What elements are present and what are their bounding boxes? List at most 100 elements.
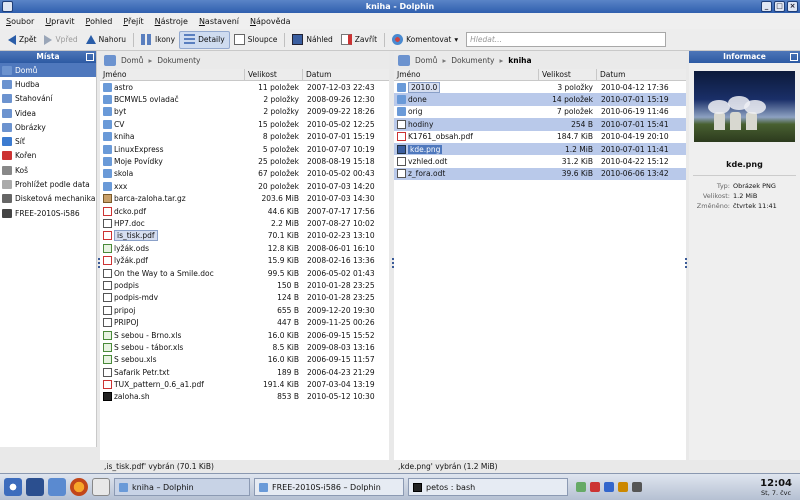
col-name[interactable]: Jméno xyxy=(394,69,539,80)
menu-nastaveni[interactable]: Nastavení xyxy=(199,17,239,26)
menu-soubor[interactable]: Soubor xyxy=(6,17,34,26)
file-row[interactable]: skola 67 položek 2010-05-02 00:43 xyxy=(100,168,389,180)
preview-button[interactable]: Náhled xyxy=(288,31,336,49)
tray-updates-icon[interactable] xyxy=(590,482,600,492)
mail-icon[interactable] xyxy=(26,478,44,496)
minimize-icon[interactable]: _ xyxy=(761,1,772,12)
menu-upravit[interactable]: Upravit xyxy=(45,17,74,26)
file-row[interactable]: astro 11 položek 2007-12-03 22:43 xyxy=(100,81,389,93)
file-row[interactable]: zaloha.sh 853 B 2010-05-12 10:30 xyxy=(100,391,389,403)
panel-float-icon[interactable] xyxy=(86,53,94,61)
place-item[interactable]: Stahování xyxy=(0,92,96,106)
file-row[interactable]: 2010.0 3 položky 2010-04-12 17:36 xyxy=(394,81,686,93)
file-row[interactable]: byt 2 položky 2009-09-22 18:26 xyxy=(100,106,389,118)
home-icon[interactable] xyxy=(104,54,116,66)
crumb-home[interactable]: Domů xyxy=(415,56,437,65)
file-row[interactable]: HP7.doc 2.2 MiB 2007-08-27 10:02 xyxy=(100,217,389,229)
file-row[interactable]: podpis-mdv 124 B 2010-01-28 23:25 xyxy=(100,292,389,304)
place-item[interactable]: Síť xyxy=(0,134,96,148)
crumb-kniha[interactable]: kniha xyxy=(508,56,531,65)
place-item[interactable]: Domů xyxy=(0,63,96,78)
file-row[interactable]: lyžák.pdf 15.9 KiB 2008-02-16 13:36 xyxy=(100,254,389,266)
file-row[interactable]: TUX_pattern_0.6_a1.pdf 191.4 KiB 2007-03-0… xyxy=(100,378,389,390)
file-date: 2008-06-01 16:10 xyxy=(307,243,375,253)
menu-nastroje[interactable]: Nástroje xyxy=(155,17,188,26)
file-row[interactable]: orig 7 položek 2010-06-19 11:46 xyxy=(394,106,686,118)
file-row[interactable]: S sebou - tábor.xls 8.5 KiB 2009-08-03 13:… xyxy=(100,341,389,353)
task-free-dolphin[interactable]: FREE-2010S-i586 – Dolphin xyxy=(254,478,404,496)
menu-prejit[interactable]: Přejít xyxy=(123,17,143,26)
place-item[interactable]: Hudba xyxy=(0,77,96,91)
col-size[interactable]: Velikost xyxy=(539,69,597,80)
file-row[interactable]: xxx 20 položek 2010-07-03 14:20 xyxy=(100,180,389,192)
menu-napoveda[interactable]: Nápověda xyxy=(250,17,291,26)
file-row[interactable]: Safarik Petr.txt 189 B 2006-04-23 21:29 xyxy=(100,366,389,378)
clock[interactable]: 12:04 St, 7. čvc xyxy=(760,478,792,497)
pager-icon[interactable] xyxy=(92,478,110,496)
place-item[interactable]: Prohlížet podle data xyxy=(0,177,96,191)
up-button[interactable]: Nahoru xyxy=(82,31,130,49)
icons-view-button[interactable]: Ikony xyxy=(137,31,179,49)
start-menu-icon[interactable] xyxy=(4,478,22,496)
file-row[interactable]: hodiny 254 B 2010-07-01 15:41 xyxy=(394,118,686,131)
menu-pohled[interactable]: Pohled xyxy=(86,17,113,26)
file-row[interactable]: K1761_obsah.pdf 184.7 KiB 2010-04-19 20:10 xyxy=(394,131,686,143)
place-icon xyxy=(2,94,12,104)
file-row[interactable]: vzhled.odt 31.2 KiB 2010-04-22 15:12 xyxy=(394,155,686,167)
file-row[interactable]: done 14 položek 2010-07-01 15:19 xyxy=(394,93,686,106)
col-size[interactable]: Velikost xyxy=(245,69,303,80)
crumb-home[interactable]: Domů xyxy=(121,56,143,65)
columns-view-button[interactable]: Sloupce xyxy=(230,31,282,49)
crumb-documents[interactable]: Dokumenty xyxy=(157,56,200,65)
file-row[interactable]: kde.png 1.2 MiB 2010-07-01 11:41 xyxy=(394,142,686,156)
file-row[interactable]: kniha 8 položek 2010-07-01 15:19 xyxy=(100,131,389,143)
col-date[interactable]: Datum xyxy=(303,69,389,80)
splitter-handle[interactable] xyxy=(685,258,688,270)
file-row[interactable]: LinuxExpress 5 položek 2010-07-07 10:19 xyxy=(100,143,389,155)
details-view-button[interactable]: Detaily xyxy=(179,30,230,49)
place-item[interactable]: Kořen xyxy=(0,149,96,163)
window-menu-icon[interactable] xyxy=(2,1,13,12)
maximize-icon[interactable]: □ xyxy=(774,1,785,12)
firefox-icon[interactable] xyxy=(70,478,88,496)
col-date[interactable]: Datum xyxy=(597,69,686,80)
desktop-icon[interactable] xyxy=(48,478,66,496)
search-input[interactable]: Hledat... xyxy=(466,32,667,47)
file-row[interactable]: On the Way to a Smile.doc 99.5 KiB 2006-05… xyxy=(100,267,389,279)
file-row[interactable]: barca-zaloha.tar.gz 203.6 MiB 2010-07-03 1… xyxy=(100,193,389,205)
file-row[interactable]: dcko.pdf 44.6 KiB 2007-07-17 17:56 xyxy=(100,205,389,217)
close-split-button[interactable]: Zavřít xyxy=(337,31,381,49)
tray-volume-icon[interactable] xyxy=(632,482,642,492)
panel-float-icon[interactable] xyxy=(790,53,798,61)
comment-button[interactable]: Komentovat ▾ xyxy=(388,31,462,49)
place-item[interactable]: Videa xyxy=(0,106,96,120)
file-row[interactable]: PRIPOJ 447 B 2009-11-25 00:26 xyxy=(100,316,389,328)
tray-battery-icon[interactable] xyxy=(618,482,628,492)
tray-network-icon[interactable] xyxy=(576,482,586,492)
close-icon[interactable]: × xyxy=(787,1,798,12)
file-row[interactable]: CV 15 položek 2010-05-02 12:25 xyxy=(100,118,389,130)
place-icon xyxy=(2,122,12,132)
place-item[interactable]: Disketová mechanika xyxy=(0,192,96,206)
tray-bluetooth-icon[interactable] xyxy=(604,482,614,492)
col-name[interactable]: Jméno xyxy=(100,69,245,80)
file-row[interactable]: S sebou - Brno.xls 16.0 KiB 2006-09-15 15:… xyxy=(100,329,389,341)
file-row[interactable]: S sebou.xls 16.0 KiB 2006-09-15 11:57 xyxy=(100,354,389,366)
place-item[interactable]: FREE-2010S-i586 xyxy=(0,206,96,220)
file-row[interactable]: is_tisk.pdf 70.1 KiB 2010-02-23 13:10 xyxy=(100,230,389,242)
back-button[interactable]: Zpět xyxy=(4,31,40,49)
file-row[interactable]: Moje Povídky 25 položek 2008-08-19 15:18 xyxy=(100,155,389,167)
forward-button[interactable]: Vpřed xyxy=(40,31,81,49)
crumb-documents[interactable]: Dokumenty xyxy=(451,56,494,65)
file-row[interactable]: pripoj 655 B 2009-12-20 19:30 xyxy=(100,304,389,316)
home-icon[interactable] xyxy=(398,54,410,66)
task-kniha-dolphin[interactable]: kniha – Dolphin xyxy=(114,478,250,496)
place-item[interactable]: Obrázky xyxy=(0,120,96,134)
file-row[interactable]: podpis 150 B 2010-01-28 23:25 xyxy=(100,279,389,291)
file-row[interactable]: z_fora.odt 39.6 KiB 2010-06-06 13:42 xyxy=(394,167,686,181)
place-item[interactable]: Koš xyxy=(0,163,96,177)
task-bash[interactable]: petos : bash xyxy=(408,478,568,496)
file-row[interactable]: BCMWL5 ovladač 2 položky 2008-09-26 12:30 xyxy=(100,93,389,105)
window-titlebar[interactable]: kniha - Dolphin _ □ × xyxy=(0,0,800,13)
file-row[interactable]: lyžák.ods 12.8 KiB 2008-06-01 16:10 xyxy=(100,242,389,254)
